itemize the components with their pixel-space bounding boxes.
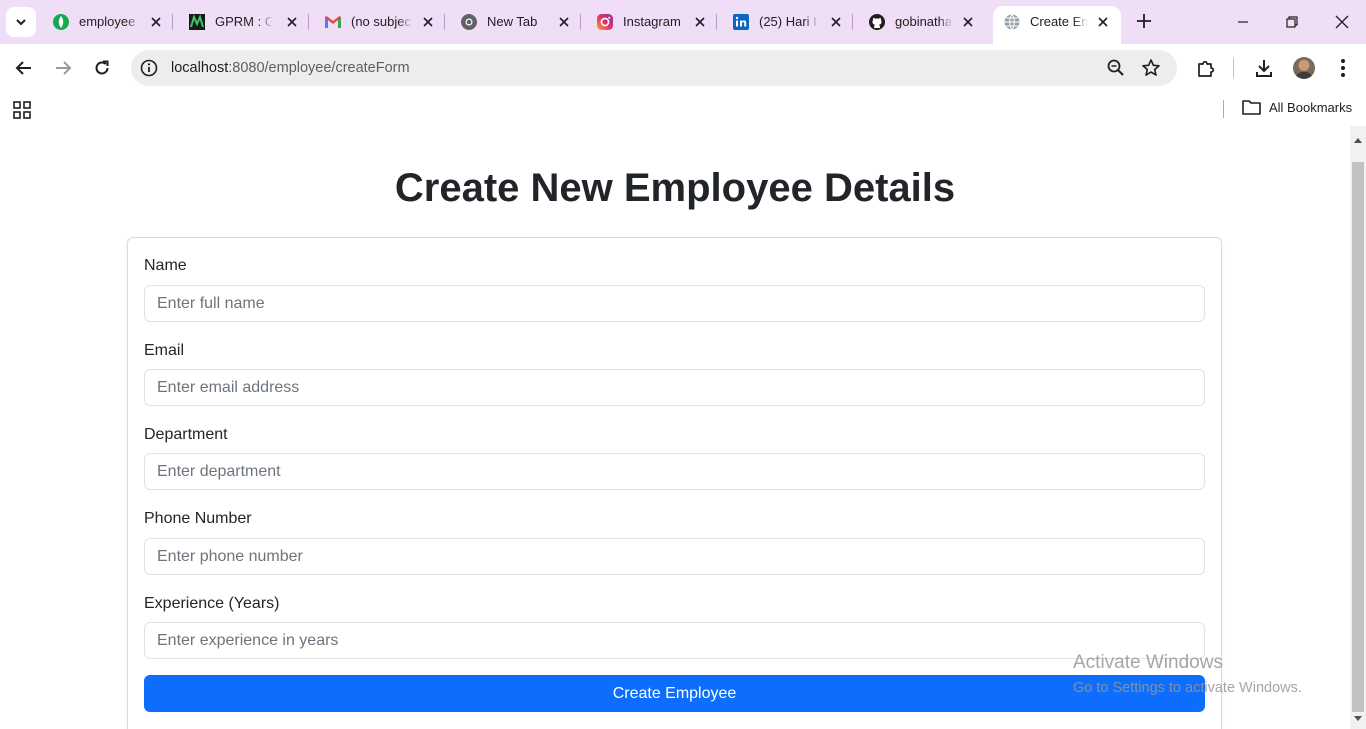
tab-search-button[interactable] bbox=[6, 7, 36, 37]
arrow-left-icon bbox=[15, 61, 31, 75]
experience-input[interactable] bbox=[144, 622, 1205, 659]
downloads-button[interactable] bbox=[1252, 56, 1276, 80]
chevron-down-icon bbox=[16, 19, 26, 26]
tab-separator bbox=[308, 14, 309, 30]
page-scrollbar[interactable] bbox=[1350, 126, 1366, 729]
tab-separator bbox=[716, 14, 717, 30]
zoom-icon[interactable] bbox=[1106, 58, 1126, 78]
tab-title: Create Em bbox=[1030, 14, 1088, 29]
tab-title: (25) Hari I bbox=[759, 14, 817, 29]
puzzle-icon bbox=[1198, 60, 1215, 77]
minimize-button[interactable] bbox=[1229, 8, 1257, 36]
reload-icon bbox=[95, 60, 109, 75]
create-employee-button[interactable]: Create Employee bbox=[144, 675, 1205, 712]
tab-separator bbox=[852, 14, 853, 30]
tab-github[interactable]: gobinatha bbox=[858, 6, 988, 38]
tab-linkedin[interactable]: (25) Hari I bbox=[722, 6, 853, 38]
close-icon[interactable] bbox=[692, 14, 708, 30]
address-url[interactable]: localhost:8080/employee/createForm bbox=[171, 60, 410, 76]
github-icon bbox=[868, 13, 886, 31]
tab-employee[interactable]: employee bbox=[42, 6, 173, 38]
chrome-icon bbox=[460, 13, 478, 31]
tab-title: employee bbox=[79, 14, 136, 29]
profile-avatar[interactable] bbox=[1293, 57, 1315, 79]
close-icon[interactable] bbox=[556, 14, 572, 30]
bookmarks-bar: All Bookmarks bbox=[0, 92, 1366, 126]
close-icon[interactable] bbox=[1095, 14, 1111, 30]
tab-strip: employee GPRM : Gi (no subjec New Tab In bbox=[0, 0, 1366, 44]
page-title: Create New Employee Details bbox=[394, 166, 956, 210]
arrow-right-icon bbox=[56, 61, 72, 75]
plus-icon bbox=[1137, 14, 1151, 28]
gmail-icon bbox=[324, 13, 342, 31]
phone-label: Phone Number bbox=[144, 510, 252, 527]
tab-gprm[interactable]: GPRM : Gi bbox=[178, 6, 309, 38]
phone-input[interactable] bbox=[144, 538, 1205, 575]
name-input[interactable] bbox=[144, 285, 1205, 322]
close-icon[interactable] bbox=[284, 14, 300, 30]
scroll-thumb[interactable] bbox=[1352, 162, 1364, 712]
browser-toolbar: localhost:8080/employee/createForm bbox=[0, 44, 1366, 92]
tab-instagram[interactable]: Instagram bbox=[586, 6, 717, 38]
tab-title: GPRM : Gi bbox=[215, 14, 273, 29]
tab-title: (no subjec bbox=[351, 14, 411, 29]
tab-new-tab[interactable]: New Tab bbox=[450, 6, 581, 38]
restore-button[interactable] bbox=[1278, 8, 1306, 36]
close-icon[interactable] bbox=[828, 14, 844, 30]
scroll-down-arrow-icon[interactable] bbox=[1354, 716, 1362, 721]
tab-title: Instagram bbox=[623, 14, 681, 29]
back-button[interactable] bbox=[9, 53, 39, 83]
instagram-icon bbox=[596, 13, 614, 31]
address-bar[interactable]: localhost:8080/employee/createForm bbox=[131, 50, 1177, 86]
tab-separator bbox=[580, 14, 581, 30]
close-icon[interactable] bbox=[148, 14, 164, 30]
close-window-icon bbox=[1335, 15, 1349, 29]
department-input[interactable] bbox=[144, 453, 1205, 490]
folder-icon bbox=[1242, 100, 1261, 115]
tab-separator bbox=[172, 14, 173, 30]
name-label: Name bbox=[144, 257, 187, 274]
create-employee-form: Name Email Department Phone Number Exper… bbox=[127, 237, 1222, 729]
close-icon[interactable] bbox=[960, 14, 976, 30]
page-viewport: Create New Employee Details Name Email D… bbox=[0, 126, 1350, 729]
bookmarks-divider bbox=[1223, 100, 1224, 118]
bookmark-star-icon[interactable] bbox=[1141, 58, 1161, 78]
experience-label: Experience (Years) bbox=[144, 595, 280, 612]
extensions-button[interactable] bbox=[1194, 56, 1218, 80]
apps-grid-icon[interactable] bbox=[12, 100, 32, 120]
forward-button[interactable] bbox=[48, 53, 78, 83]
globe-icon bbox=[1003, 13, 1021, 31]
url-host: localhost bbox=[171, 60, 229, 76]
tab-separator bbox=[444, 14, 445, 30]
email-label: Email bbox=[144, 342, 185, 359]
tab-create-employee[interactable]: Create Em bbox=[993, 6, 1121, 44]
close-window-button[interactable] bbox=[1328, 8, 1356, 36]
more-vertical-icon bbox=[1341, 59, 1345, 77]
all-bookmarks-label: All Bookmarks bbox=[1269, 99, 1353, 115]
gprm-logo-icon bbox=[188, 13, 206, 31]
download-icon bbox=[1256, 60, 1272, 77]
linkedin-icon bbox=[732, 13, 750, 31]
scroll-up-arrow-icon[interactable] bbox=[1354, 138, 1362, 143]
all-bookmarks-button[interactable]: All Bookmarks bbox=[1242, 99, 1352, 115]
close-icon[interactable] bbox=[420, 14, 436, 30]
tab-title: New Tab bbox=[487, 14, 538, 29]
department-label: Department bbox=[144, 426, 228, 443]
tab-title: gobinatha bbox=[895, 14, 953, 29]
green-leaf-icon bbox=[52, 13, 70, 31]
tab-gmail[interactable]: (no subjec bbox=[314, 6, 445, 38]
restore-icon bbox=[1286, 16, 1298, 28]
menu-button[interactable] bbox=[1331, 56, 1355, 80]
new-tab-button[interactable] bbox=[1131, 8, 1157, 34]
site-info-icon[interactable] bbox=[140, 59, 158, 77]
minimize-icon bbox=[1238, 21, 1248, 23]
reload-button[interactable] bbox=[87, 53, 117, 83]
url-path: :8080/employee/createForm bbox=[228, 60, 410, 76]
email-input[interactable] bbox=[144, 369, 1205, 406]
toolbar-divider bbox=[1233, 58, 1234, 78]
